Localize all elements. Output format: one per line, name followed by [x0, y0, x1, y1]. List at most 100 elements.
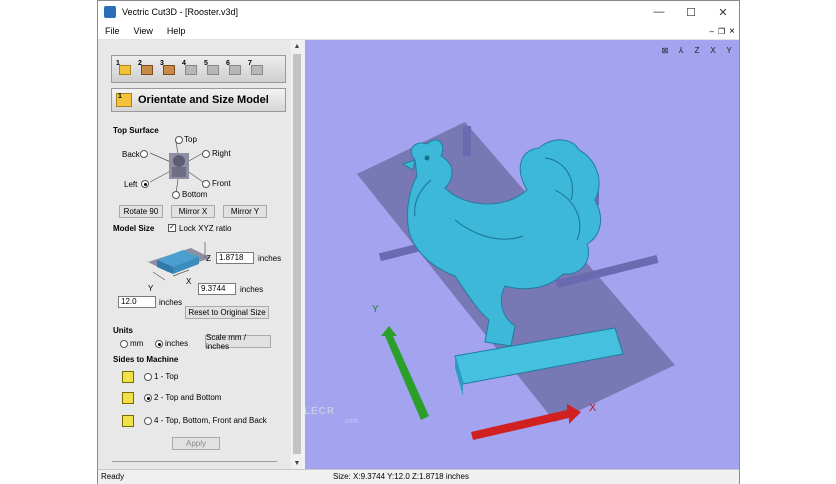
watermark-sub: .com	[343, 418, 359, 425]
menu-help[interactable]: Help	[160, 26, 193, 36]
front-radio[interactable]	[202, 180, 210, 188]
close-button[interactable]: ✕	[707, 1, 739, 23]
sides-heading: Sides to Machine	[113, 355, 179, 364]
folder-icon	[119, 65, 131, 75]
y-axis-label: Y	[372, 304, 379, 315]
fixture-bar	[463, 126, 471, 156]
watermark-text: FILECR	[305, 406, 336, 417]
folder-icon: 1	[116, 93, 132, 107]
material-icon	[163, 65, 175, 75]
menu-view[interactable]: View	[127, 26, 160, 36]
right-radio[interactable]	[202, 150, 210, 158]
units-heading: Units	[113, 326, 133, 335]
lock-xyz-checkbox[interactable]: ✓	[168, 224, 176, 232]
right-label: Right	[212, 149, 231, 158]
lock-xyz-label: Lock XYZ ratio	[179, 224, 232, 233]
z-view-icon[interactable]: Z	[691, 44, 703, 56]
rotate-90-button[interactable]: Rotate 90	[119, 205, 163, 218]
scroll-thumb[interactable]	[293, 54, 301, 454]
x-size-input[interactable]: 9.3744	[198, 283, 236, 295]
sides-2-radio[interactable]	[144, 394, 152, 402]
title-bar: Vectric Cut3D - [Rooster.v3d] — ☐ ✕	[98, 1, 739, 23]
step-4-button[interactable]: 4	[182, 60, 199, 78]
top-surface-heading: Top Surface	[113, 126, 159, 135]
menu-bar: File View Help – ❐ ×	[98, 23, 739, 40]
sides-1-radio[interactable]	[144, 373, 152, 381]
iso-view-icon[interactable]: ⅄	[675, 44, 687, 56]
left-label: Left	[124, 180, 138, 189]
panel-divider	[112, 461, 277, 462]
left-panel: 1 2 3 4 5 6 7 1 Orientate and Size Model…	[98, 40, 303, 469]
model-icon	[141, 65, 153, 75]
apply-button[interactable]: Apply	[172, 437, 220, 450]
view-toolbar: ⊠ ⅄ Z X Y	[659, 44, 735, 56]
sides-4-label: 4 - Top, Bottom, Front and Back	[154, 416, 267, 425]
cube-icon	[122, 392, 134, 404]
status-text: Ready	[101, 472, 125, 481]
reset-size-button[interactable]: Reset to Original Size	[185, 306, 269, 319]
child-restore-button[interactable]: ❐	[716, 27, 727, 36]
step-3-button[interactable]: 3	[160, 60, 177, 78]
top-radio[interactable]	[175, 136, 183, 144]
x-axis-label: X	[186, 277, 192, 286]
step-7-button[interactable]: 7	[248, 60, 265, 78]
x-view-icon[interactable]: X	[707, 44, 719, 56]
model-size-diagram	[148, 242, 211, 281]
scale-units-button[interactable]: Scale mm / inches	[205, 333, 271, 351]
app-window: Vectric Cut3D - [Rooster.v3d] — ☐ ✕ File…	[97, 0, 740, 484]
step-6-button[interactable]: 6	[226, 60, 243, 78]
section-title: Orientate and Size Model	[138, 94, 269, 106]
back-label: Back	[122, 150, 140, 159]
inches-label: inches	[165, 339, 189, 348]
step-1-button[interactable]: 1	[116, 60, 133, 78]
scene	[357, 122, 675, 440]
bottom-radio[interactable]	[172, 191, 180, 199]
mirror-y-button[interactable]: Mirror Y	[223, 205, 267, 218]
y-axis-label: Y	[148, 284, 154, 293]
sides-2-label: 2 - Top and Bottom	[154, 393, 222, 402]
toolpath-icon	[185, 65, 197, 75]
left-radio[interactable]	[141, 180, 149, 188]
section-header: 1 Orientate and Size Model	[111, 88, 286, 112]
step-2-button[interactable]: 2	[138, 60, 155, 78]
sides-1-label: 1 - Top	[154, 372, 179, 381]
z-unit-label: inches	[258, 254, 282, 263]
fit-view-icon[interactable]: ⊠	[659, 44, 671, 56]
mm-radio[interactable]	[120, 340, 128, 348]
bottom-label: Bottom	[182, 190, 208, 199]
back-radio[interactable]	[140, 150, 148, 158]
y-size-input[interactable]: 12.0	[118, 296, 156, 308]
y-view-icon[interactable]: Y	[723, 44, 735, 56]
cube-icon	[122, 371, 134, 383]
model-size-status: Size: X:9.3744 Y:12.0 Z:1.8718 inches	[333, 472, 469, 481]
step-5-button[interactable]: 5	[204, 60, 221, 78]
panel-scrollbar[interactable]: ▲ ▼	[291, 40, 303, 469]
status-bar: Ready Size: X:9.3744 Y:12.0 Z:1.8718 inc…	[98, 469, 739, 484]
minimize-button[interactable]: —	[643, 1, 675, 23]
inches-radio[interactable]	[155, 340, 163, 348]
front-label: Front	[212, 179, 231, 188]
watermark: FILECR .com	[305, 406, 358, 425]
z-size-input[interactable]: 1.8718	[216, 252, 254, 264]
child-minimize-button[interactable]: –	[708, 27, 716, 36]
3d-viewport[interactable]: Y X ⊠ ⅄ Z X Y FILECR .com	[305, 40, 739, 469]
x-axis-label: X	[589, 402, 597, 414]
menu-file[interactable]: File	[98, 26, 127, 36]
y-axis-arrow	[381, 326, 429, 420]
scroll-up-icon[interactable]: ▲	[291, 40, 303, 52]
mm-label: mm	[130, 339, 144, 348]
maximize-button[interactable]: ☐	[675, 1, 707, 23]
scroll-down-icon[interactable]: ▼	[291, 457, 303, 469]
window-title: Vectric Cut3D - [Rooster.v3d]	[122, 7, 239, 17]
x-unit-label: inches	[240, 285, 264, 294]
finish-icon	[207, 65, 219, 75]
cube-icon	[122, 415, 134, 427]
app-icon	[104, 6, 116, 18]
save-icon	[251, 65, 263, 75]
sides-4-radio[interactable]	[144, 417, 152, 425]
preview-icon	[229, 65, 241, 75]
child-close-button[interactable]: ×	[727, 26, 739, 37]
y-unit-label: inches	[159, 298, 183, 307]
top-label: Top	[184, 135, 197, 144]
mirror-x-button[interactable]: Mirror X	[171, 205, 215, 218]
